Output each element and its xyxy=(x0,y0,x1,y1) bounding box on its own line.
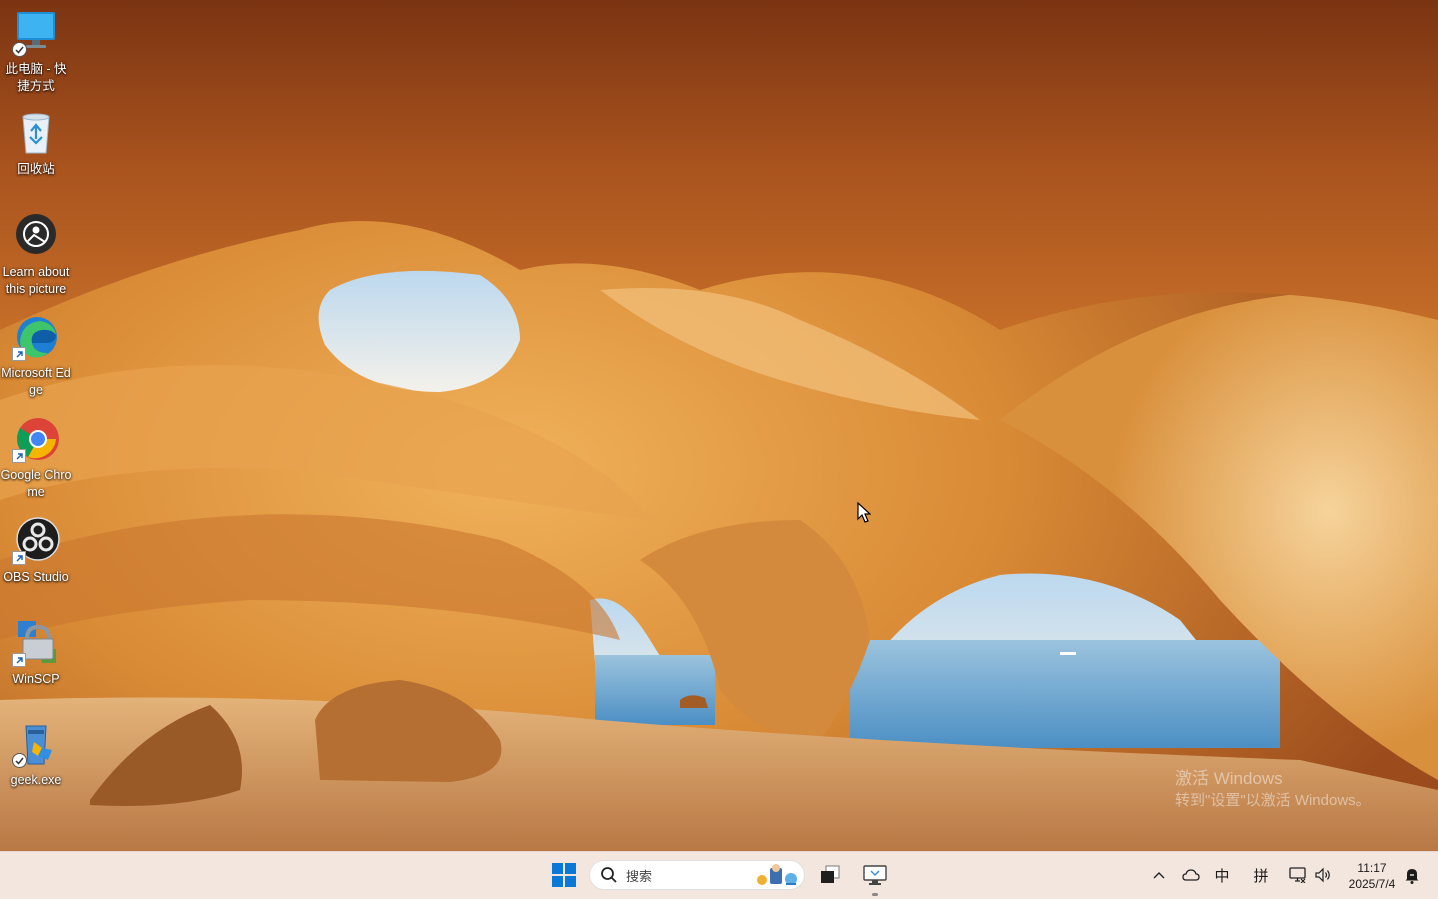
clock-time: 11:17 xyxy=(1357,861,1387,875)
search-highlight-icon xyxy=(757,864,797,885)
sync-check-icon xyxy=(12,42,27,57)
desktop-icon-label: 此电脑 - 快捷方式 xyxy=(5,62,67,93)
winscp-icon xyxy=(12,619,60,667)
desktop-icon-winscp[interactable]: WinSCP xyxy=(0,619,72,688)
bell-notification-icon xyxy=(1405,869,1419,884)
activation-watermark: 激活 Windows 转到"设置"以激活 Windows。 xyxy=(1175,768,1371,812)
taskbar: 搜索 中 拼 11:17 2025/7/4 xyxy=(0,851,1438,899)
desktop-icon-label: Microsoft Edge xyxy=(1,366,71,397)
onedrive-cloud-icon xyxy=(1182,869,1200,881)
search-placeholder: 搜索 xyxy=(626,868,653,884)
desktop-icon-geek[interactable]: geek.exe xyxy=(0,720,72,789)
chrome-icon xyxy=(12,415,60,463)
desktop-icon-label: OBS Studio xyxy=(3,570,69,584)
desktop-icon-label: geek.exe xyxy=(10,773,62,787)
desktop-icon-label: 回收站 xyxy=(17,162,55,176)
learn-about-picture-icon xyxy=(12,212,60,260)
volume-tray-button[interactable] xyxy=(1312,863,1334,887)
network-tray-button[interactable] xyxy=(1287,863,1309,887)
desktop-icon-this-pc[interactable]: 此电脑 - 快捷方式 xyxy=(0,9,72,95)
ime-mode-button[interactable]: 拼 xyxy=(1249,863,1273,887)
shortcut-arrow-icon xyxy=(12,551,26,565)
clock-date: 2025/7/4 xyxy=(1348,877,1396,891)
windows-logo-icon xyxy=(552,863,576,887)
desktop-icon-label: WinSCP xyxy=(12,672,60,686)
desktop-icon-recycle-bin[interactable]: 回收站 xyxy=(0,109,72,178)
task-view-button[interactable] xyxy=(812,857,848,893)
taskbar-clock[interactable]: 11:17 2025/7/4 xyxy=(1342,860,1402,892)
start-button[interactable] xyxy=(546,857,582,893)
taskbar-search-box[interactable]: 搜索 xyxy=(589,860,805,890)
geek-icon xyxy=(12,720,60,768)
shortcut-arrow-icon xyxy=(12,347,26,361)
taskbar-app-remote-desktop[interactable] xyxy=(857,857,893,893)
mouse-pointer-icon xyxy=(857,502,871,523)
shortcut-arrow-icon xyxy=(12,653,26,667)
speaker-icon xyxy=(1315,867,1330,883)
onedrive-tray-button[interactable] xyxy=(1180,863,1202,887)
watermark-subtitle: 转到"设置"以激活 Windows。 xyxy=(1175,792,1371,809)
desktop-icon-label: Learn about this picture xyxy=(2,265,70,296)
recycle-bin-icon xyxy=(12,109,60,157)
ime-language-button[interactable]: 中 xyxy=(1210,863,1234,887)
notification-center-button[interactable] xyxy=(1402,863,1422,887)
desktop-icon-label: Google Chrome xyxy=(0,468,72,499)
shortcut-arrow-icon xyxy=(12,449,26,463)
chevron-up-icon xyxy=(1153,872,1165,879)
watermark-title: 激活 Windows xyxy=(1175,769,1283,788)
desktop-icon-chrome[interactable]: Google Chrome xyxy=(0,415,72,501)
obs-icon xyxy=(12,517,60,565)
network-icon xyxy=(1289,867,1306,883)
desktop-icon-learn-about-picture[interactable]: Learn about this picture xyxy=(0,212,72,298)
wallpaper xyxy=(0,0,1438,851)
desktop-icon-obs[interactable]: OBS Studio xyxy=(0,517,72,586)
running-indicator xyxy=(872,893,878,896)
search-icon xyxy=(601,867,617,883)
show-hidden-icons-button[interactable] xyxy=(1148,863,1170,887)
edge-icon xyxy=(12,313,60,361)
desktop[interactable]: 此电脑 - 快捷方式 回收站 Learn about this picture xyxy=(0,0,1438,851)
sync-check-icon xyxy=(12,753,27,768)
desktop-icon-edge[interactable]: Microsoft Edge xyxy=(0,313,72,399)
computer-icon xyxy=(12,9,60,57)
task-view-icon xyxy=(821,865,840,883)
monitor-app-icon xyxy=(863,865,887,885)
